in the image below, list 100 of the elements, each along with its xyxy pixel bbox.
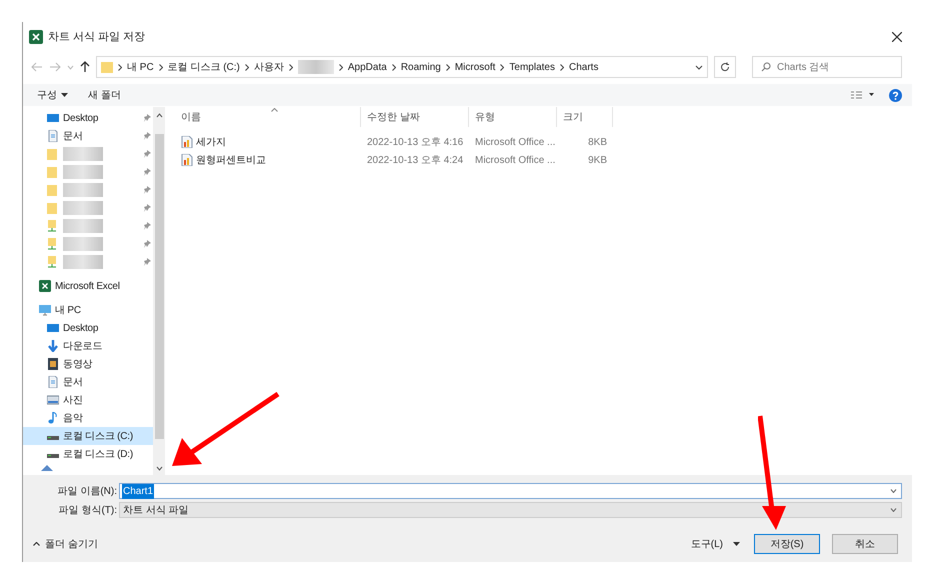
sidebar-item[interactable]: Desktop — [23, 319, 153, 337]
refresh-button[interactable] — [714, 56, 736, 78]
breadcrumb-item[interactable]: Microsoft — [454, 60, 496, 74]
sidebar-item[interactable]: Microsoft Excel — [23, 277, 153, 295]
breadcrumb-item[interactable]: 내 PC — [127, 60, 154, 74]
breadcrumb-item[interactable]: 로컬 디스크 (C:) — [168, 60, 240, 74]
network-folder-icon — [47, 220, 59, 232]
pin-icon — [144, 132, 151, 140]
sidebar-item[interactable]: 동영상 — [23, 355, 153, 373]
file-name-label: 파일 이름(N): — [56, 484, 118, 498]
chart-file-icon — [181, 154, 193, 166]
network-folder-icon — [47, 238, 59, 250]
tools-menu-button[interactable]: 도구(L) — [690, 536, 740, 552]
music-note-icon — [47, 412, 59, 424]
sidebar-item[interactable]: 문서 — [23, 373, 153, 391]
pin-icon — [144, 114, 151, 122]
scrollbar-thumb[interactable] — [154, 134, 164, 439]
breadcrumb-item[interactable]: Roaming — [400, 60, 441, 74]
monitor-icon — [47, 322, 59, 334]
breadcrumb-item[interactable]: Templates — [509, 60, 555, 74]
sidebar-item[interactable]: 다운로드 — [23, 337, 153, 355]
caret-icon[interactable] — [67, 64, 74, 70]
breadcrumb-item[interactable]: AppData — [348, 60, 387, 74]
search-field[interactable]: Charts 검색 — [752, 56, 902, 78]
file-size: 9KB — [587, 154, 608, 168]
column-header[interactable]: 수정한 날짜 — [361, 107, 469, 127]
view-options-icon[interactable] — [851, 91, 875, 99]
breadcrumb-item[interactable]: Charts — [568, 60, 598, 74]
file-type: Microsoft Office ... — [474, 136, 556, 150]
search-input: Charts 검색 — [777, 60, 887, 74]
dropdown-caret-icon[interactable] — [890, 489, 897, 493]
save-button[interactable]: 저장(S) — [754, 534, 820, 554]
organize-menu-button[interactable]: 구성 — [37, 88, 68, 102]
sidebar-item[interactable]: 음악 — [23, 409, 153, 427]
file-name-field[interactable]: Chart1 — [119, 483, 902, 499]
scrollbar[interactable] — [153, 107, 165, 475]
sidebar-item[interactable]: 내 PC — [23, 301, 153, 319]
address-bar[interactable]: 내 PC 로컬 디스크 (C:) 사용자 AppData Roaming Microsoft Templates Charts — [96, 56, 708, 78]
column-header[interactable]: 이름 — [165, 107, 361, 127]
caret-icon — [33, 542, 40, 546]
pin-icon — [144, 150, 151, 158]
chevron-icon — [244, 64, 249, 70]
file-type-dropdown[interactable]: 차트 서식 파일 — [119, 502, 902, 518]
computer-icon — [39, 304, 51, 316]
file-size: 8KB — [587, 136, 608, 150]
document-icon — [47, 130, 59, 142]
dropdown-caret-icon[interactable] — [890, 508, 897, 512]
help-icon[interactable] — [889, 88, 902, 102]
modified-date: 2022-10-13 오후 4:16 — [366, 136, 464, 150]
sidebar-item[interactable]: 문서 — [23, 127, 153, 145]
network-icon — [41, 465, 53, 471]
scroll-up-icon[interactable] — [156, 113, 162, 118]
column-header[interactable]: 유형 — [469, 107, 557, 127]
pin-icon — [144, 204, 151, 212]
sort-caret-icon — [271, 108, 278, 112]
excel-icon — [39, 280, 51, 292]
back-arrow-icon[interactable] — [31, 62, 43, 72]
column-header[interactable]: 크기 — [557, 107, 613, 127]
chevron-icon — [392, 64, 396, 70]
picture-icon — [47, 394, 59, 406]
film-icon — [47, 358, 59, 370]
caret-icon — [61, 93, 68, 97]
monitor-icon — [47, 112, 59, 124]
refresh-icon — [720, 62, 730, 72]
chevron-icon — [338, 64, 343, 70]
chevron-icon — [560, 64, 564, 70]
folder-icon — [47, 166, 59, 178]
breadcrumb-item[interactable]: 사용자 — [254, 60, 284, 74]
pin-icon — [144, 258, 151, 266]
dropdown-caret-icon[interactable] — [695, 64, 703, 70]
redacted-block — [63, 237, 103, 251]
chevron-icon — [446, 64, 450, 70]
redacted-block — [63, 147, 103, 161]
redacted-block — [63, 255, 103, 269]
up-arrow-icon[interactable] — [80, 61, 90, 73]
sidebar-item[interactable]: Desktop — [23, 109, 153, 127]
folder-icon — [101, 61, 113, 73]
network-folder-icon — [47, 256, 59, 268]
download-arrow-icon — [47, 340, 59, 352]
folder-icon — [47, 202, 59, 214]
hide-folders-button[interactable]: 폴더 숨기기 — [33, 536, 98, 552]
folder-icon — [47, 184, 59, 196]
scroll-down-icon[interactable] — [156, 466, 162, 471]
redacted-block — [63, 201, 103, 215]
file-name[interactable]: 세가지 — [196, 134, 226, 150]
redacted-block — [63, 219, 103, 233]
cancel-button[interactable]: 취소 — [832, 534, 898, 554]
file-name[interactable]: 원형퍼센트비교 — [196, 152, 266, 168]
modified-date: 2022-10-13 오후 4:24 — [366, 154, 464, 168]
pin-icon — [144, 222, 151, 230]
new-folder-button[interactable]: 새 폴더 — [88, 88, 121, 102]
forward-arrow-icon[interactable] — [49, 62, 61, 72]
sidebar-item[interactable]: 사진 — [23, 391, 153, 409]
redacted-block — [63, 183, 103, 197]
folder-icon — [47, 148, 59, 160]
pin-icon — [144, 168, 151, 176]
sidebar-item[interactable]: 로컬 디스크 (C:) — [23, 427, 153, 445]
sidebar-item[interactable]: 로컬 디스크 (D:) — [23, 445, 153, 463]
pin-icon — [144, 240, 151, 248]
close-icon[interactable] — [892, 32, 902, 42]
